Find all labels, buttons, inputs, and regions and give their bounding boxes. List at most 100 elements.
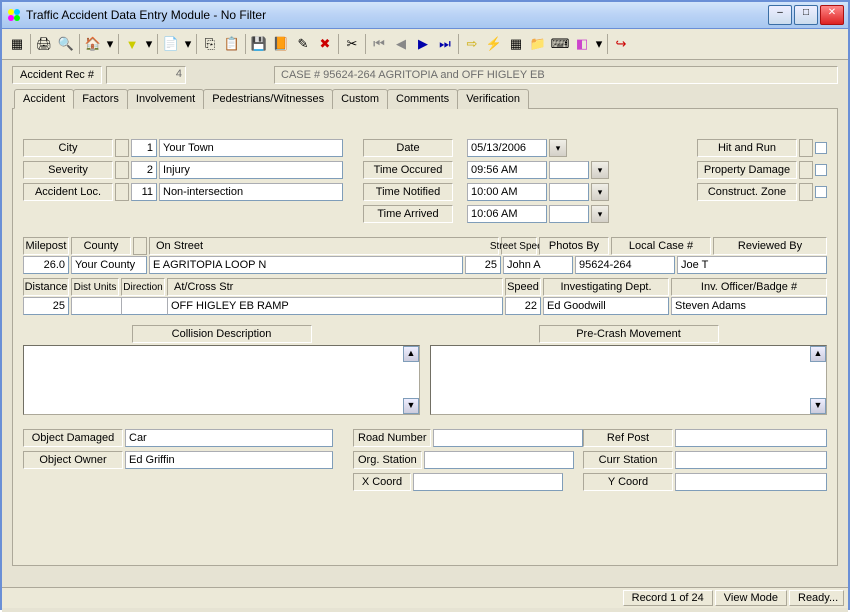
time-arrived-input[interactable] [467,205,547,223]
milepost-input[interactable] [23,256,69,274]
filter-icon[interactable]: ▼ [121,33,143,55]
time-notified-input[interactable] [467,183,547,201]
photos-by-input[interactable] [503,256,573,274]
time-occured-input[interactable] [467,161,547,179]
tab-involvement[interactable]: Involvement [127,89,204,109]
time-notified-ext-input[interactable] [549,183,589,201]
scroll-down-icon[interactable]: ▼ [403,398,419,414]
scroll-up-icon[interactable]: ▲ [403,346,419,362]
x-coord-input[interactable] [413,473,563,491]
org-station-input[interactable] [424,451,574,469]
at-cross-input[interactable] [167,297,503,315]
construct-zone-lookup-button[interactable] [799,183,813,201]
severity-input[interactable] [159,161,343,179]
time-arrived-ext-input[interactable] [549,205,589,223]
reviewed-by-input[interactable] [677,256,827,274]
maximize-button[interactable]: □ [794,5,818,25]
close-button[interactable]: ✕ [820,5,844,25]
object-damaged-input[interactable] [125,429,333,447]
edit-icon[interactable]: ✎ [292,33,314,55]
construct-zone-checkbox[interactable] [815,186,827,198]
label-y-coord: Y Coord [583,473,673,491]
ref-post-input[interactable] [675,429,827,447]
collision-desc-textarea[interactable]: ▲ ▼ [23,345,420,415]
cut-icon[interactable]: ✂ [341,33,363,55]
dropdown-icon[interactable]: ▾ [593,33,605,55]
property-damage-lookup-button[interactable] [799,161,813,179]
accident-rec-label: Accident Rec # [12,66,102,84]
hit-and-run-lookup-button[interactable] [799,139,813,157]
eraser-icon[interactable]: ◧ [571,33,593,55]
accident-loc-code-input[interactable] [131,183,157,201]
tab-factors[interactable]: Factors [73,89,128,109]
hit-and-run-checkbox[interactable] [815,142,827,154]
keyboard-icon[interactable]: ⌨ [549,33,571,55]
tab-pedestrians-witnesses[interactable]: Pedestrians/Witnesses [203,89,333,109]
label-reviewed-by: Reviewed By [713,237,827,255]
save-icon[interactable]: 💾 [248,33,270,55]
severity-code-input[interactable] [131,161,157,179]
book-icon[interactable]: 📙 [270,33,292,55]
nav-last-icon[interactable]: ⏭ [434,33,456,55]
y-coord-input[interactable] [675,473,827,491]
scroll-down-icon[interactable]: ▼ [810,398,826,414]
folder-icon[interactable]: 📁 [527,33,549,55]
accident-loc-input[interactable] [159,183,343,201]
tab-comments[interactable]: Comments [387,89,458,109]
label-property-damage: Property Damage [697,161,797,179]
city-code-input[interactable] [131,139,157,157]
print-icon[interactable]: 🖨 [33,33,55,55]
copy-icon[interactable]: ⎘ [199,33,221,55]
tab-verification[interactable]: Verification [457,89,529,109]
find-icon[interactable]: 🔍 [55,33,77,55]
dropdown-icon[interactable]: ▾ [182,33,194,55]
precrash-textarea[interactable]: ▲ ▼ [430,345,827,415]
time-notified-dropdown[interactable]: ▾ [591,183,609,201]
time-occured-ext-input[interactable] [549,161,589,179]
label-accident-loc: Accident Loc. [23,183,113,201]
property-damage-checkbox[interactable] [815,164,827,176]
page-icon[interactable]: ▦ [505,33,527,55]
home-icon[interactable]: 🏠 [82,33,104,55]
on-street-input[interactable] [149,256,463,274]
inv-officer-input[interactable] [671,297,827,315]
arrow-right-icon[interactable]: ⇨ [461,33,483,55]
dropdown-icon[interactable]: ▾ [143,33,155,55]
grid-icon[interactable]: ▦ [6,33,28,55]
street-speed-input[interactable] [465,256,501,274]
road-number-input[interactable] [433,429,583,447]
date-picker-button[interactable]: ▾ [549,139,567,157]
accident-loc-lookup-button[interactable] [115,183,129,201]
nav-prev-icon[interactable]: ◀ [390,33,412,55]
minimize-button[interactable]: – [768,5,792,25]
inv-dept-input[interactable] [543,297,669,315]
app-window: Traffic Accident Data Entry Module - No … [0,0,850,610]
scroll-up-icon[interactable]: ▲ [810,346,826,362]
time-arrived-dropdown[interactable]: ▾ [591,205,609,223]
label-object-damaged: Object Damaged [23,429,123,447]
toolbar: ▦ 🖨 🔍 🏠 ▾ ▼ ▾ 📄 ▾ ⎘ 📋 💾 📙 ✎ ✖ ✂ ⏮ ◀ ▶ ⏭ … [2,29,848,60]
severity-lookup-button[interactable] [115,161,129,179]
city-input[interactable] [159,139,343,157]
date-input[interactable] [467,139,547,157]
lightning-icon[interactable]: ⚡ [483,33,505,55]
curr-station-input[interactable] [675,451,827,469]
county-input[interactable] [71,256,147,274]
delete-icon[interactable]: ✖ [314,33,336,55]
tab-custom[interactable]: Custom [332,89,388,109]
object-owner-input[interactable] [125,451,333,469]
time-occured-dropdown[interactable]: ▾ [591,161,609,179]
nav-next-icon[interactable]: ▶ [412,33,434,55]
titlebar: Traffic Accident Data Entry Module - No … [2,2,848,29]
nav-first-icon[interactable]: ⏮ [368,33,390,55]
new-icon[interactable]: 📄 [160,33,182,55]
speed-input[interactable] [505,297,541,315]
dropdown-icon[interactable]: ▾ [104,33,116,55]
city-lookup-button[interactable] [115,139,129,157]
tab-accident[interactable]: Accident [14,89,74,109]
paste-icon[interactable]: 📋 [221,33,243,55]
local-case-input[interactable] [575,256,675,274]
exit-icon[interactable]: ↪ [610,33,632,55]
distance-input[interactable] [23,297,69,315]
county-lookup-button[interactable] [133,237,147,255]
